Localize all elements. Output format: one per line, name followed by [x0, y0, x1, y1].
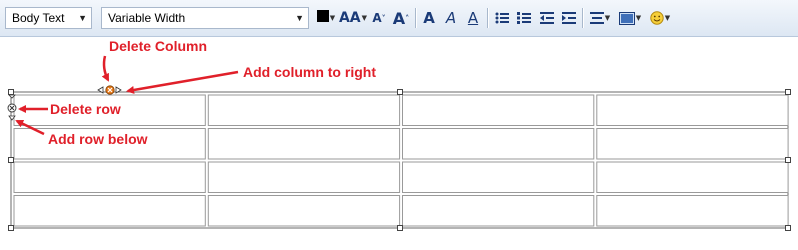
- column-controls[interactable]: [97, 85, 122, 95]
- resize-handle-top-right[interactable]: [785, 89, 791, 95]
- table-cell[interactable]: [13, 161, 206, 193]
- resize-handle-right[interactable]: [785, 157, 791, 163]
- table-cell[interactable]: [402, 128, 595, 160]
- table-cell[interactable]: [207, 195, 401, 227]
- table-cell[interactable]: [207, 94, 401, 126]
- resize-handle-top[interactable]: [397, 89, 403, 95]
- table-cell[interactable]: [207, 128, 401, 160]
- delete-column-annotation: Delete Column: [109, 38, 208, 54]
- resize-handle-top-left[interactable]: [8, 89, 14, 95]
- table-cell[interactable]: [402, 94, 595, 126]
- table-cell[interactable]: [402, 195, 595, 227]
- resize-handle-bottom-right[interactable]: [785, 225, 791, 231]
- table-cell[interactable]: [596, 161, 789, 193]
- add-column-right-arrow: [126, 70, 239, 94]
- table-cell[interactable]: [596, 128, 789, 160]
- delete-column-arrow: [101, 55, 110, 82]
- add-row-below-annotation: Add row below: [48, 131, 148, 147]
- add-column-right-annotation: Add column to right: [243, 64, 376, 80]
- resize-handle-bottom[interactable]: [397, 225, 403, 231]
- table-cell[interactable]: [402, 161, 595, 193]
- table-cell[interactable]: [207, 161, 401, 193]
- delete-row-annotation: Delete row: [50, 101, 121, 117]
- table-cell[interactable]: [13, 195, 206, 227]
- resize-handle-bottom-left[interactable]: [8, 225, 14, 231]
- table-cell[interactable]: [596, 195, 789, 227]
- table-cell[interactable]: [596, 94, 789, 126]
- resize-handle-left[interactable]: [8, 157, 14, 163]
